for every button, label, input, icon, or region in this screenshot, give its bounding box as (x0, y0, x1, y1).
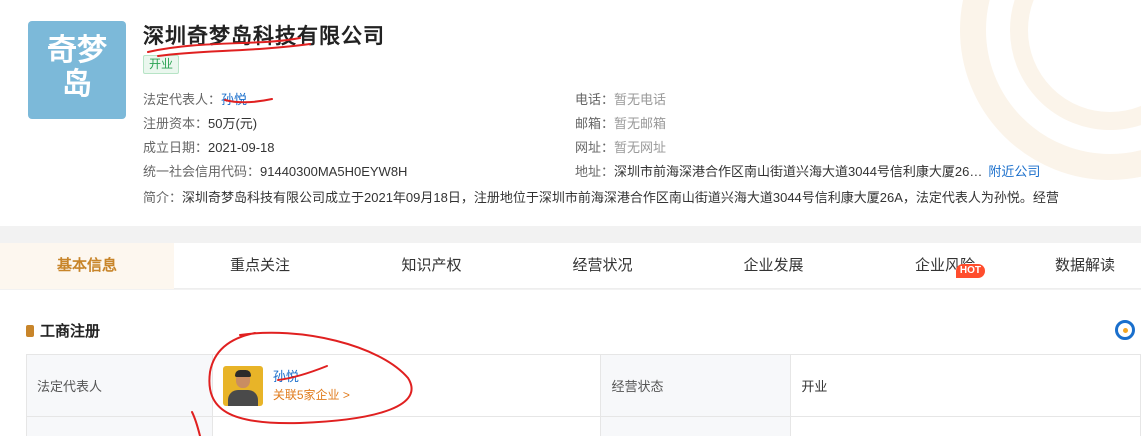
tab-data-analysis[interactable]: 数据解读 (1031, 243, 1141, 289)
legal-rep-link[interactable]: 孙悦 (221, 92, 247, 107)
tab-basic-info[interactable]: 基本信息 (0, 243, 174, 289)
info-website: 网址：暂无网址 (575, 140, 667, 155)
search-brand-icon[interactable] (1115, 320, 1135, 340)
legal-rep-name-link[interactable]: 孙悦 (273, 368, 350, 386)
info-credit-code: 统一社会信用代码：91440300MA5H0EYW8H (143, 164, 408, 179)
legal-rep-person: 孙悦 关联5家企业 > (222, 365, 591, 406)
tab-key-focus[interactable]: 重点关注 (174, 243, 346, 289)
company-name: 深圳奇梦岛科技有限公司 (143, 25, 385, 48)
info-intro: 简介：深圳奇梦岛科技有限公司成立于2021年09月18日，注册地位于深圳市前海深… (143, 190, 1059, 205)
info-address: 地址：深圳市前海深港合作区南山街道兴海大道3044号信利康大厦26… 附近公司 (575, 164, 1041, 179)
section-mark-icon (26, 325, 34, 337)
business-registration-section: 工商注册 法定代表人 孙悦 关联5家企业 > 经营状态 开业 (0, 290, 1141, 436)
tab-ip[interactable]: 知识产权 (346, 243, 517, 289)
info-phone: 电话：暂无电话 (575, 92, 667, 107)
table-row: 法定代表人 孙悦 关联5家企业 > 经营状态 开业 (26, 354, 1141, 417)
info-founded-date: 成立日期：2021-09-18 (143, 140, 275, 155)
related-companies-link[interactable]: 关联5家企业 > (273, 386, 350, 404)
info-registered-capital: 注册资本：50万(元) (143, 116, 258, 131)
status-badge: 开业 (143, 55, 180, 74)
tab-risk[interactable]: 企业风险 HOT (859, 243, 1031, 289)
section-title: 工商注册 (26, 320, 100, 341)
hot-badge: HOT (955, 264, 985, 278)
nearby-companies-link[interactable]: 附近公司 (988, 164, 1040, 179)
legal-rep-cell: 孙悦 关联5家企业 > (211, 354, 602, 417)
registration-table: 法定代表人 孙悦 关联5家企业 > 经营状态 开业 (26, 354, 1141, 436)
company-logo: 奇梦 岛 (28, 21, 126, 119)
tab-development[interactable]: 企业发展 (688, 243, 859, 289)
info-email: 邮箱：暂无邮箱 (575, 116, 667, 131)
table-key-cell: 经营状态 (600, 354, 792, 417)
tab-operation[interactable]: 经营状况 (517, 243, 688, 289)
table-key-cell: 法定代表人 (26, 354, 213, 417)
tab-bar: 基本信息 重点关注 知识产权 经营状况 企业发展 企业风险 HOT 数据解读 (0, 243, 1141, 289)
table-value-cell: 开业 (790, 354, 1141, 417)
company-header-card: 奇梦 岛 深圳奇梦岛科技有限公司 开业 法定代表人：孙悦 注册资本：50万(元)… (0, 0, 1141, 226)
table-row (26, 416, 1141, 436)
info-legal-rep: 法定代表人：孙悦 (143, 92, 248, 107)
avatar[interactable] (222, 365, 263, 406)
